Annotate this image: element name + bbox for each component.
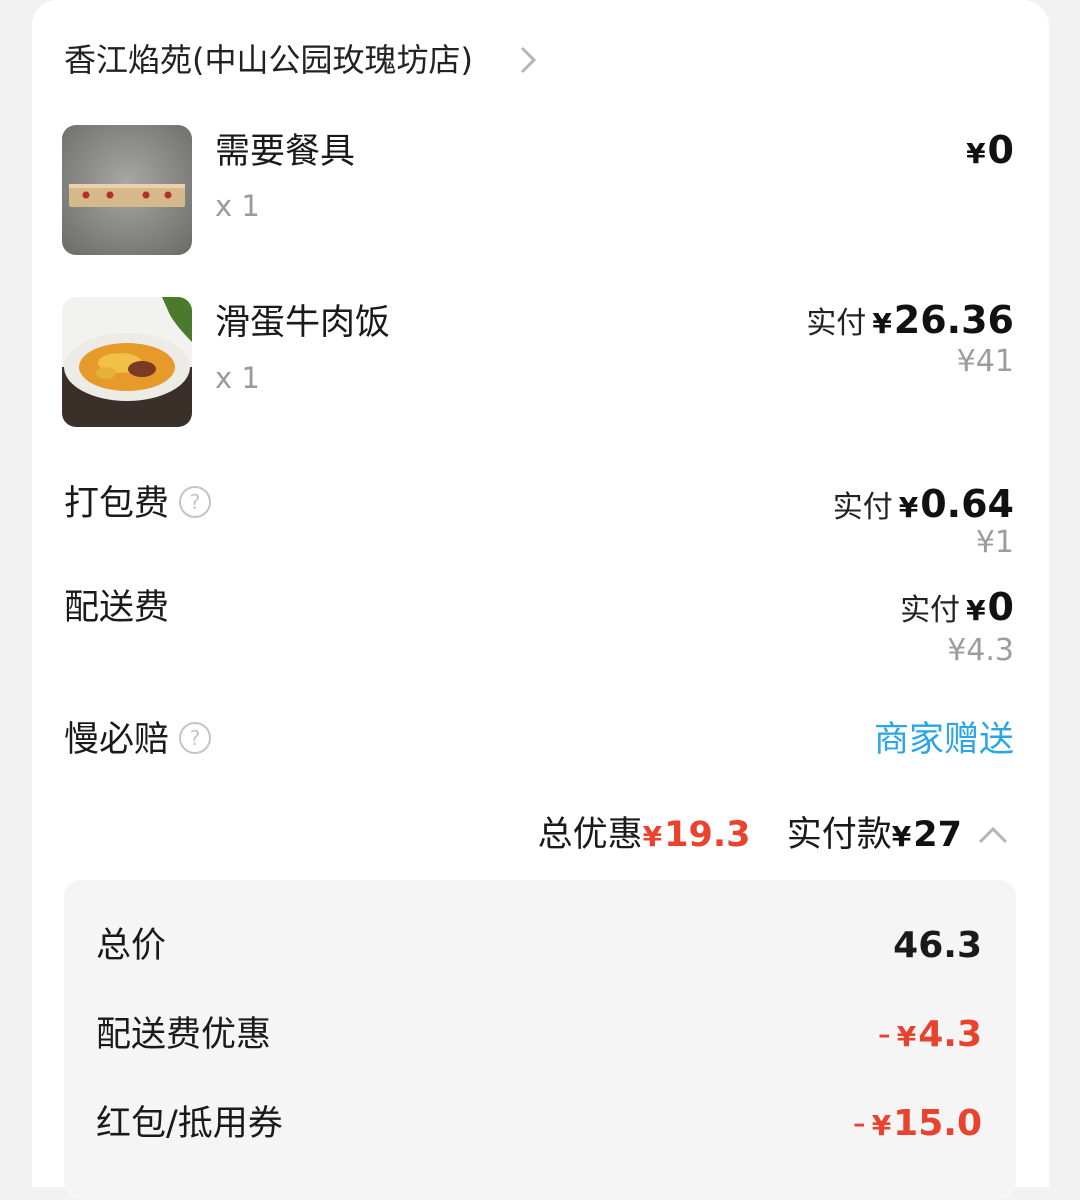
paid-label: 实付 bbox=[900, 593, 961, 628]
coupon-value: - ¥15.0 bbox=[853, 1101, 982, 1149]
coupon-label: 红包/抵用券 bbox=[96, 1104, 283, 1144]
currency-symbol: ¥ bbox=[898, 491, 919, 524]
coupon-amount: 15.0 bbox=[893, 1103, 982, 1144]
item-price: 实付 ¥26.36 bbox=[806, 296, 1014, 348]
question-circle-icon[interactable]: ? bbox=[179, 486, 212, 518]
question-circle-icon[interactable]: ? bbox=[179, 722, 212, 754]
currency-symbol: ¥ bbox=[891, 820, 912, 853]
total-price-label: 总价 bbox=[96, 926, 167, 966]
minus-sign: - bbox=[877, 1014, 891, 1055]
store-name[interactable]: 香江焰苑(中山公园玫瑰坊店) bbox=[64, 38, 473, 82]
packing-fee-row: 打包费? bbox=[64, 481, 212, 527]
chevron-up-icon[interactable] bbox=[976, 822, 1010, 848]
order-summary[interactable]: 总优惠¥19.3 实付款¥27 bbox=[538, 812, 962, 860]
delivery-discount-label: 配送费优惠 bbox=[96, 1015, 272, 1055]
minus-sign: - bbox=[852, 1103, 866, 1144]
delivery-fee-price: 实付 ¥0 bbox=[900, 583, 1014, 635]
late-compensation-label: 慢必赔 bbox=[64, 720, 170, 760]
item-thumbnail-beef-rice[interactable] bbox=[62, 297, 192, 427]
item-name: 需要餐具 bbox=[215, 132, 356, 172]
total-discount-label: 总优惠 bbox=[537, 815, 643, 855]
late-compensation-row: 慢必赔? bbox=[64, 717, 212, 763]
delivery-discount-amount: 4.3 bbox=[918, 1014, 982, 1055]
merchant-gift-label: 商家赠送 bbox=[873, 720, 1014, 760]
total-price-value: 46.3 bbox=[893, 925, 982, 966]
paid-amount-label: 实付款 bbox=[786, 815, 892, 855]
currency-symbol: ¥ bbox=[871, 1109, 892, 1142]
currency-symbol: ¥ bbox=[966, 137, 986, 170]
delivery-fee-original: ¥4.3 bbox=[947, 633, 1014, 668]
item-quantity: x 1 bbox=[215, 189, 260, 223]
packing-fee-label: 打包费 bbox=[64, 484, 170, 524]
packing-fee-original: ¥1 bbox=[975, 525, 1014, 560]
currency-symbol: ¥ bbox=[896, 1020, 917, 1053]
paid-amount-value: 27 bbox=[913, 815, 962, 855]
item-quantity: x 1 bbox=[215, 361, 260, 395]
item-price-value: 26.36 bbox=[893, 298, 1014, 342]
chevron-right-icon[interactable] bbox=[514, 42, 542, 78]
item-price-value: 0 bbox=[987, 128, 1014, 172]
delivery-discount-value: - ¥4.3 bbox=[878, 1012, 982, 1060]
item-original-price: ¥41 bbox=[956, 344, 1014, 379]
item-name: 滑蛋牛肉饭 bbox=[215, 303, 391, 343]
currency-symbol: ¥ bbox=[642, 820, 663, 853]
packing-fee-value: 0.64 bbox=[920, 482, 1014, 526]
paid-label: 实付 bbox=[806, 306, 867, 341]
delivery-fee-label: 配送费 bbox=[64, 588, 170, 628]
item-price: ¥0 bbox=[966, 126, 1014, 178]
currency-symbol: ¥ bbox=[966, 594, 986, 627]
paid-label: 实付 bbox=[832, 490, 893, 525]
currency-symbol: ¥ bbox=[872, 307, 892, 340]
delivery-fee-value: 0 bbox=[987, 585, 1014, 629]
item-thumbnail-cutlery[interactable] bbox=[62, 125, 192, 255]
total-discount-value: 19.3 bbox=[664, 815, 751, 855]
